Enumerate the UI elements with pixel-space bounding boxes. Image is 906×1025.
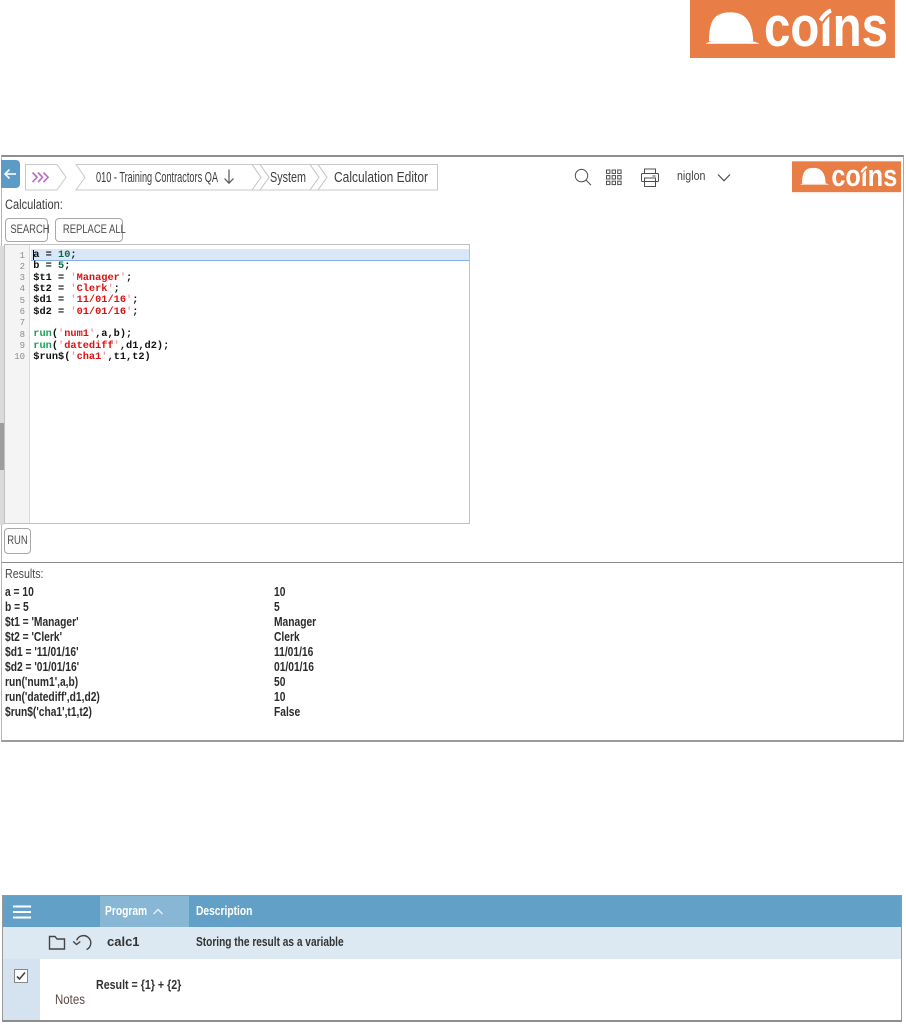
svg-text:010 - Training Contractors QA: 010 - Training Contractors QA bbox=[96, 170, 218, 186]
svg-text:System: System bbox=[270, 170, 306, 186]
svg-text:Calculation Editor: Calculation Editor bbox=[334, 170, 428, 186]
svg-text:coıns: coıns bbox=[831, 161, 897, 193]
svg-text:coıns: coıns bbox=[764, 0, 888, 58]
